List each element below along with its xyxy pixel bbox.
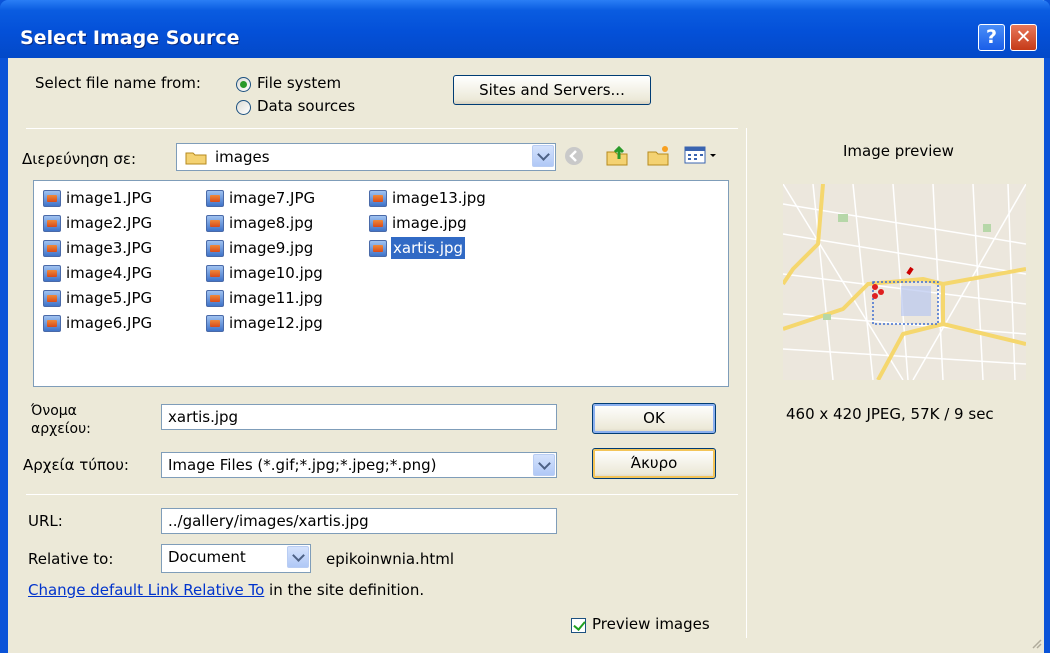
file-system-label[interactable]: File system — [257, 74, 341, 92]
lookin-combo[interactable]: images — [176, 143, 556, 171]
up-folder-icon[interactable] — [605, 143, 628, 166]
file-item[interactable]: image9.jpg — [206, 237, 314, 259]
lookin-value: images — [215, 148, 270, 166]
filetype-select[interactable]: Image Files (*.gif;*.jpg;*.jpeg;*.png) — [161, 452, 557, 478]
data-sources-radio[interactable] — [236, 100, 251, 115]
relative-value: Document — [168, 548, 246, 566]
data-sources-label[interactable]: Data sources — [257, 97, 355, 115]
folder-icon — [185, 150, 207, 165]
file-item[interactable]: image10.jpg — [206, 262, 324, 284]
select-image-source-dialog: Select Image Source ? ✕ Select file name… — [0, 0, 1050, 653]
ok-button[interactable]: OK — [592, 403, 716, 434]
image-file-icon — [206, 265, 224, 282]
image-file-icon — [206, 240, 224, 257]
close-button[interactable]: ✕ — [1010, 24, 1037, 51]
image-file-icon — [43, 265, 61, 282]
file-item[interactable]: image6.JPG — [43, 312, 153, 334]
image-file-icon — [43, 290, 61, 307]
filetype-label: Αρχεία τύπου: — [23, 456, 129, 474]
image-file-icon — [206, 315, 224, 332]
title-bar[interactable]: Select Image Source ? ✕ — [0, 0, 1050, 58]
preview-images-label[interactable]: Preview images — [592, 615, 710, 633]
image-file-icon — [206, 290, 224, 307]
file-list[interactable]: image1.JPG image2.JPG image3.JPG image4.… — [33, 180, 729, 387]
file-item[interactable]: image3.JPG — [43, 237, 153, 259]
image-file-icon — [206, 215, 224, 232]
image-file-icon — [369, 190, 387, 207]
filename-input[interactable]: xartis.jpg — [161, 404, 557, 430]
relative-select[interactable]: Document — [161, 544, 311, 573]
relative-page-name: epikoinwnia.html — [326, 550, 454, 568]
chevron-down-icon[interactable] — [533, 454, 555, 476]
cancel-button[interactable]: Άκυρο — [592, 448, 716, 479]
file-item[interactable]: image12.jpg — [206, 312, 324, 334]
file-item[interactable]: image4.JPG — [43, 262, 153, 284]
image-file-icon — [43, 190, 61, 207]
file-item[interactable]: image13.jpg — [369, 187, 487, 209]
image-file-icon — [43, 240, 61, 257]
separator — [26, 128, 738, 129]
file-system-radio[interactable] — [236, 77, 251, 92]
chevron-down-icon[interactable] — [287, 546, 309, 568]
filetype-value: Image Files (*.gif;*.jpg;*.jpeg;*.png) — [168, 456, 437, 474]
image-file-icon — [43, 215, 61, 232]
file-item-selected[interactable]: xartis.jpg — [369, 237, 466, 259]
image-file-icon — [369, 240, 387, 257]
separator — [26, 494, 738, 495]
file-item[interactable]: image.jpg — [369, 212, 468, 234]
sites-and-servers-button[interactable]: Sites and Servers... — [453, 75, 651, 105]
url-input[interactable]: ../gallery/images/xartis.jpg — [161, 508, 557, 534]
preview-title: Image preview — [843, 142, 954, 160]
file-item[interactable]: image5.JPG — [43, 287, 153, 309]
file-item[interactable]: image11.jpg — [206, 287, 324, 309]
resize-grip-icon[interactable] — [1030, 635, 1042, 649]
help-button[interactable]: ? — [978, 24, 1005, 51]
new-folder-icon[interactable] — [646, 143, 669, 166]
preview-images-checkbox[interactable] — [571, 618, 586, 633]
change-default-link[interactable]: Change default Link Relative To — [28, 581, 264, 599]
filename-label-line1: Όνομα — [31, 403, 77, 419]
chevron-down-icon[interactable] — [532, 145, 554, 167]
preview-info: 460 x 420 JPEG, 57K / 9 sec — [786, 405, 994, 423]
image-file-icon — [206, 190, 224, 207]
file-item[interactable]: image7.JPG — [206, 187, 316, 209]
image-file-icon — [43, 315, 61, 332]
map-preview-image — [783, 184, 1026, 380]
filename-label-line2: αρχείου: — [31, 421, 91, 437]
file-item[interactable]: image2.JPG — [43, 212, 153, 234]
source-label: Select file name from: — [35, 74, 201, 92]
relative-label: Relative to: — [28, 550, 114, 568]
view-menu-icon[interactable] — [684, 145, 724, 167]
image-preview — [783, 184, 1026, 380]
lookin-label: Διερεύνηση σε: — [22, 150, 137, 168]
image-file-icon — [369, 215, 387, 232]
change-default-suffix: in the site definition. — [264, 581, 425, 599]
change-default-text: Change default Link Relative To in the s… — [28, 581, 424, 599]
file-item[interactable]: image8.jpg — [206, 212, 314, 234]
dialog-title: Select Image Source — [20, 27, 240, 49]
vertical-separator — [746, 128, 747, 638]
back-icon[interactable] — [563, 145, 585, 167]
url-label: URL: — [28, 512, 63, 530]
file-item[interactable]: image1.JPG — [43, 187, 153, 209]
